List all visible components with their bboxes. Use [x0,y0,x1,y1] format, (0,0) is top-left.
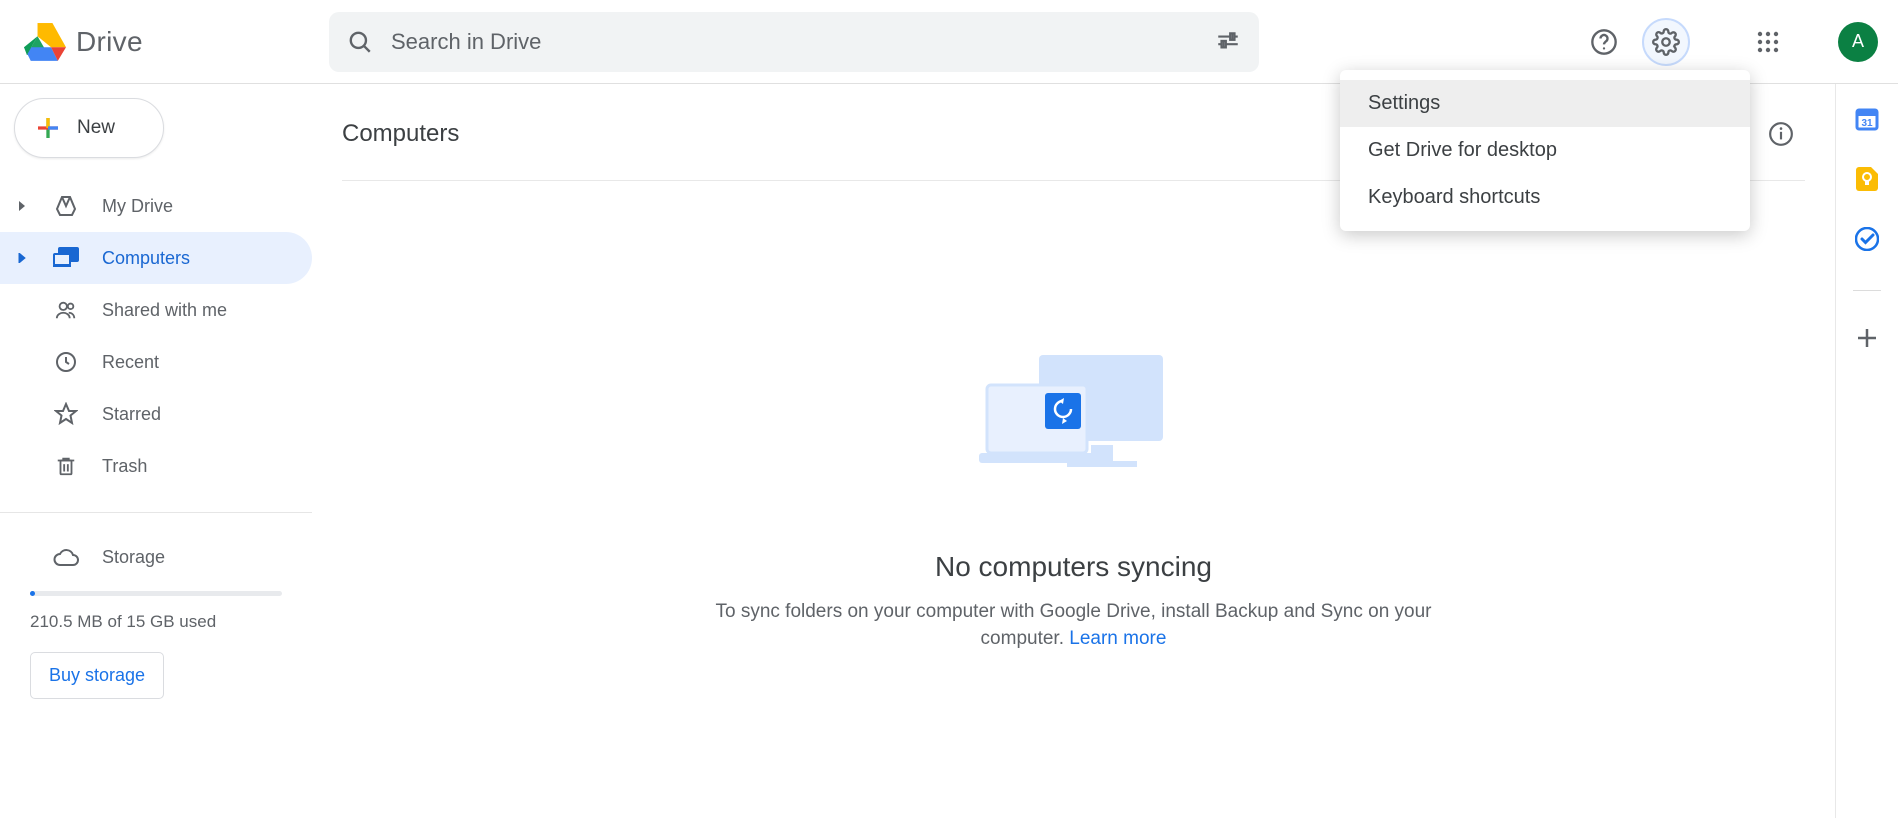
gear-icon [1652,28,1680,56]
tasks-app[interactable] [1854,226,1880,252]
storage-progress [30,591,282,596]
clock-icon [52,350,80,374]
details-button[interactable] [1757,110,1805,158]
help-icon [1590,28,1618,56]
search-options-icon[interactable] [1215,29,1241,55]
cloud-icon [52,547,80,567]
logo[interactable]: Drive [24,23,329,61]
trash-icon [52,454,80,478]
keep-app[interactable] [1854,166,1880,192]
add-addons-button[interactable] [1854,325,1880,351]
nav-label: Shared with me [102,300,227,321]
new-button-label: New [77,117,115,139]
search-input[interactable] [391,29,1197,55]
shared-icon [52,299,80,321]
nav-item-trash[interactable]: Trash [0,440,312,492]
drive-logo-icon [24,23,66,61]
nav-item-storage[interactable]: Storage [0,535,312,579]
new-button[interactable]: New [14,98,164,158]
apps-grid-icon [1756,30,1780,54]
menu-item-settings[interactable]: Settings [1340,80,1750,127]
search-icon [347,29,373,55]
settings-menu: Settings Get Drive for desktop Keyboard … [1340,70,1750,231]
computers-icon [52,247,80,269]
header-actions: A [1580,18,1878,66]
keep-icon [1856,167,1878,191]
support-button[interactable] [1580,18,1628,66]
chevron-right-icon [14,253,30,263]
tasks-icon [1855,227,1879,251]
account-avatar[interactable]: A [1838,22,1878,62]
storage-usage-text: 210.5 MB of 15 GB used [30,612,312,632]
menu-item-drive-desktop[interactable]: Get Drive for desktop [1340,127,1750,174]
nav-label: Trash [102,456,147,477]
side-panel: 31 [1836,84,1898,818]
buy-storage-button[interactable]: Buy storage [30,652,164,699]
calendar-icon: 31 [1855,107,1879,131]
nav-item-recent[interactable]: Recent [0,336,312,388]
chevron-right-icon [14,201,30,211]
learn-more-link[interactable]: Learn more [1069,628,1166,649]
sidebar: New My Drive Computers Shared with me [0,84,312,818]
empty-state: No computers syncing To sync folders on … [342,351,1805,652]
menu-item-keyboard-shortcuts[interactable]: Keyboard shortcuts [1340,174,1750,221]
nav-label: Recent [102,352,159,373]
star-icon [52,402,80,426]
header: Drive [0,0,1898,84]
info-icon [1768,121,1794,147]
nav-item-computers[interactable]: Computers [0,232,312,284]
nav-label: Storage [102,547,165,568]
search-bar[interactable] [329,12,1259,72]
side-panel-divider [1853,290,1881,291]
plus-icon [1856,327,1878,349]
nav-label: Starred [102,404,161,425]
nav: My Drive Computers Shared with me Recent [0,180,312,699]
empty-title: No computers syncing [935,551,1212,583]
nav-label: My Drive [102,196,173,217]
page-title: Computers [342,120,459,148]
apps-button[interactable] [1744,18,1792,66]
nav-item-my-drive[interactable]: My Drive [0,180,312,232]
plus-icon [33,113,63,143]
svg-text:31: 31 [1861,118,1873,129]
calendar-app[interactable]: 31 [1854,106,1880,132]
computers-illustration-icon [979,351,1169,471]
nav-item-shared[interactable]: Shared with me [0,284,312,336]
nav-label: Computers [102,248,190,269]
settings-button[interactable] [1642,18,1690,66]
nav-item-starred[interactable]: Starred [0,388,312,440]
my-drive-icon [52,194,80,218]
product-name: Drive [76,26,143,58]
empty-description: To sync folders on your computer with Go… [714,599,1434,652]
